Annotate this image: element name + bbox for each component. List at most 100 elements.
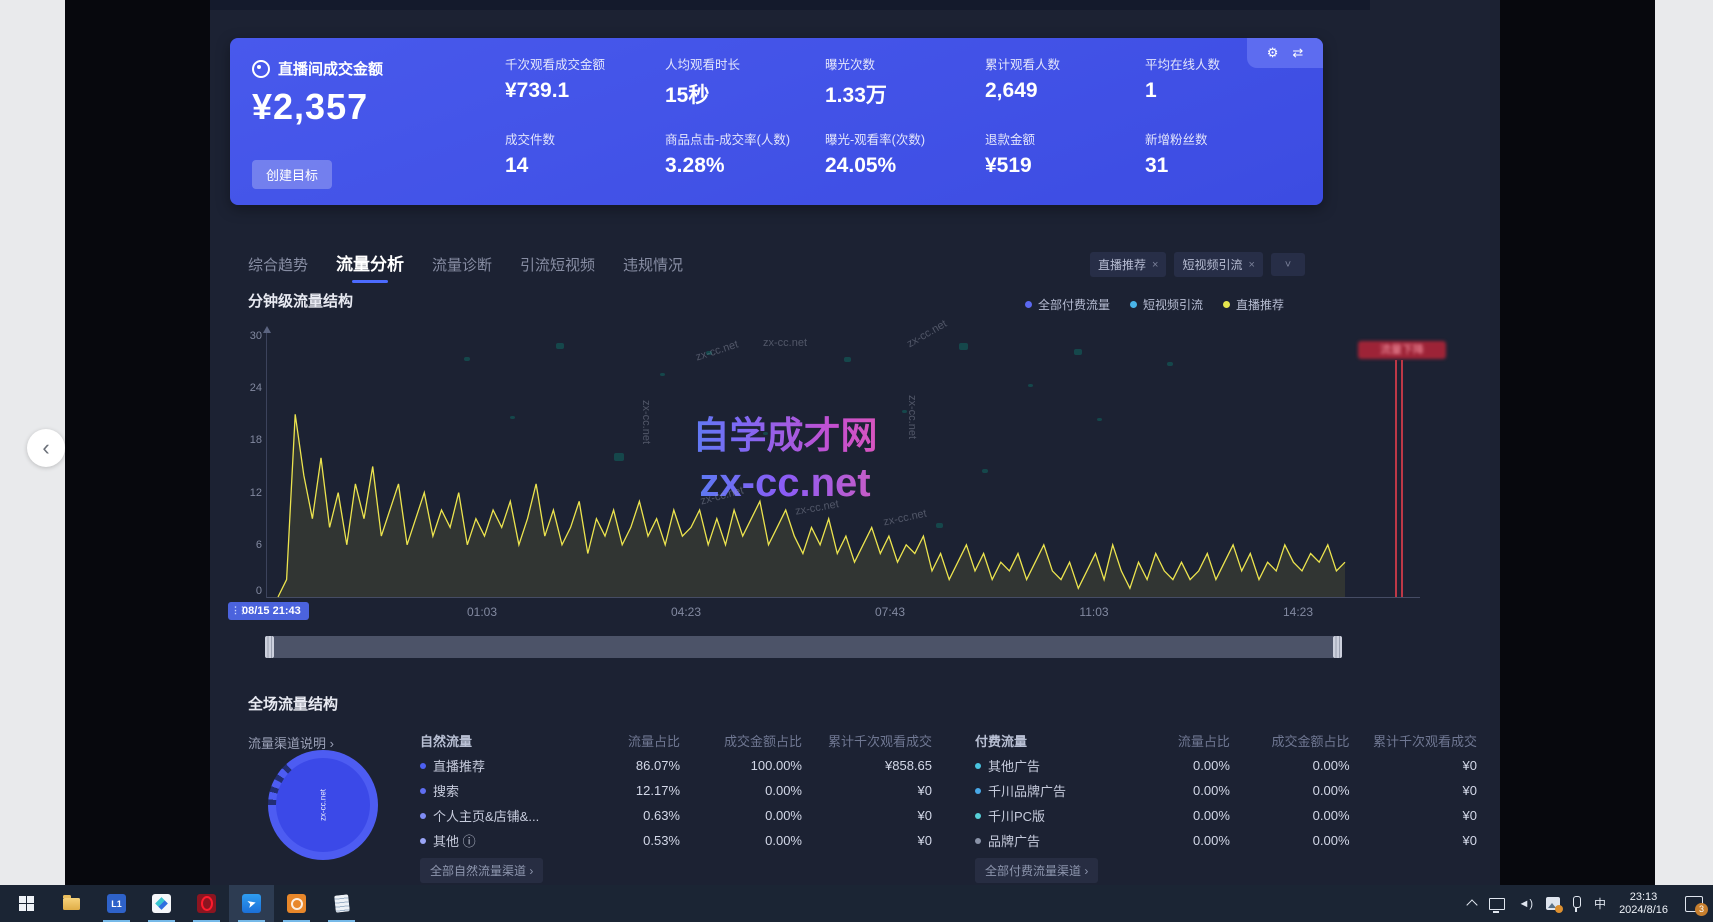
row-dot (975, 788, 981, 794)
natural-traffic-table: 自然流量 流量占比 成交金额占比 累计千次观看成交 直播推荐 86.07% 10… (420, 728, 932, 853)
table-header: 付费流量 流量占比 成交金额占比 累计千次观看成交 (975, 728, 1477, 753)
action-center-icon[interactable]: 3 (1685, 896, 1703, 912)
slider-track-fill (274, 636, 1333, 658)
taskbar-app-active-browser[interactable]: ➤ (229, 885, 274, 922)
table-row[interactable]: 搜索 12.17% 0.00% ¥0 (420, 778, 932, 803)
stream-end-marker-line (1401, 360, 1403, 597)
taskbar-app-meeting[interactable] (139, 885, 184, 922)
folder-icon (63, 898, 80, 910)
row-dot (420, 788, 426, 794)
pinwheel-app-icon (152, 894, 171, 913)
windows-logo-icon (19, 896, 35, 912)
network-icon[interactable] (1489, 898, 1505, 910)
metric-cell: 成交件数14 (505, 129, 665, 194)
taskbar-app-notepad[interactable] (319, 885, 364, 922)
slider-handle-left[interactable] (265, 636, 274, 658)
create-goal-button[interactable]: 创建目标 (252, 160, 332, 189)
y-axis-line (266, 332, 267, 598)
table-row[interactable]: 千川品牌广告 0.00% 0.00% ¥0 (975, 778, 1477, 803)
chart-legend: 全部付费流量 短视频引流 直播推荐 (1025, 296, 1284, 313)
chart-range-slider[interactable] (265, 636, 1342, 658)
minute-section-title: 分钟级流量结构 (248, 290, 353, 311)
table-row[interactable]: 千川PC版 0.00% 0.00% ¥0 (975, 803, 1477, 828)
stream-alert-badge: 流量下降 (1358, 341, 1446, 359)
taskbar-app-l1[interactable]: L1 (94, 885, 139, 922)
metrics-grid: 千次观看成交金额¥739.1 人均观看时长15秒 曝光次数1.33万 累计观看人… (505, 54, 1305, 194)
y-tick: 18 (238, 434, 262, 446)
y-tick: 30 (238, 330, 262, 342)
channel-filter: 直播推荐 × 短视频引流 × ˅ (1090, 252, 1305, 277)
table-header: 自然流量 流量占比 成交金额占比 累计千次观看成交 (420, 728, 932, 753)
filter-tag-live-recommend[interactable]: 直播推荐 × (1090, 252, 1166, 277)
primary-metric-label: 直播间成交金额 (278, 58, 383, 79)
tab-short-video[interactable]: 引流短视频 (520, 254, 595, 283)
filter-tag-short-video[interactable]: 短视频引流 × (1174, 252, 1262, 277)
metric-cell: 商品点击-成交率(人数)3.28% (665, 129, 825, 194)
stream-end-marker-line (1395, 360, 1397, 597)
metric-cell: 退款金额¥519 (985, 129, 1145, 194)
taskbar-file-explorer[interactable] (49, 885, 94, 922)
taskbar-app-opera[interactable] (184, 885, 229, 922)
minute-chart-svg[interactable] (268, 330, 1420, 598)
y-tick: 12 (238, 487, 262, 499)
clock-time: 23:13 (1619, 891, 1668, 904)
start-button[interactable] (4, 885, 49, 922)
table-row[interactable]: 其他广告 0.00% 0.00% ¥0 (975, 753, 1477, 778)
traffic-donut-chart[interactable]: zx-cc.net (268, 750, 378, 860)
window-titlebar-sliver (210, 0, 1370, 10)
table-row[interactable]: 品牌广告 0.00% 0.00% ¥0 (975, 828, 1477, 853)
all-paid-channels-link[interactable]: 全部付费流量渠道 › (975, 858, 1098, 883)
chevron-down-icon: ˅ (1285, 259, 1291, 271)
x-axis-start-badge[interactable]: 08/15 21:43 (228, 602, 309, 620)
x-tick: 14:23 (1283, 605, 1313, 619)
l1-app-icon: L1 (107, 894, 126, 913)
microphone-icon[interactable] (1573, 896, 1581, 911)
windows-taskbar: L1 ➤ ◄) 中 23:13 2024/8/16 3 (0, 885, 1713, 922)
system-tray: ◄) 中 23:13 2024/8/16 3 (1468, 885, 1703, 922)
legend-live-recommend[interactable]: 直播推荐 (1223, 296, 1284, 313)
player-prev-button[interactable]: ‹ (27, 429, 65, 467)
taskbar-clock[interactable]: 23:13 2024/8/16 (1619, 891, 1668, 917)
close-icon[interactable]: × (1248, 259, 1254, 271)
metric-cell: 千次观看成交金额¥739.1 (505, 54, 665, 119)
x-tick: 11:03 (1079, 605, 1108, 619)
clock-date: 2024/8/16 (1619, 904, 1668, 917)
taskbar-app-orange[interactable] (274, 885, 319, 922)
tab-traffic-analysis[interactable]: 流量分析 (336, 250, 404, 283)
table-row[interactable]: 直播推荐 86.07% 100.00% ¥858.65 (420, 753, 932, 778)
notepad-icon (334, 894, 350, 912)
row-dot (975, 813, 981, 819)
tray-chevron-up-icon[interactable] (1468, 898, 1476, 909)
ime-indicator[interactable]: 中 (1594, 895, 1606, 912)
analytics-tabs: 综合趋势 流量分析 流量诊断 引流短视频 违规情况 (248, 250, 683, 283)
row-dot (420, 763, 426, 769)
legend-short-video[interactable]: 短视频引流 (1130, 296, 1203, 313)
card-corner-controls: ⚙ ⇄ (1247, 38, 1323, 68)
legend-paid-traffic[interactable]: 全部付费流量 (1025, 296, 1110, 313)
all-natural-channels-link[interactable]: 全部自然流量渠道 › (420, 858, 543, 883)
legend-dot (1130, 301, 1137, 308)
speaker-icon[interactable]: ◄) (1518, 898, 1533, 910)
tab-violations[interactable]: 违规情况 (623, 254, 683, 283)
metric-cell: 曝光次数1.33万 (825, 54, 985, 119)
screenshot-tool-icon[interactable] (1546, 897, 1560, 910)
table-row[interactable]: 其他 ⓘ 0.53% 0.00% ¥0 (420, 828, 932, 853)
opera-icon (197, 894, 216, 913)
row-dot (420, 838, 426, 844)
close-icon[interactable]: × (1152, 259, 1158, 271)
chevron-left-icon: ‹ (42, 435, 49, 461)
cursor-app-icon: ➤ (242, 894, 261, 913)
swap-icon[interactable]: ⇄ (1292, 45, 1303, 61)
filter-dropdown[interactable]: ˅ (1271, 253, 1305, 276)
table-row[interactable]: 个人主页&店铺&... 0.63% 0.00% ¥0 (420, 803, 932, 828)
legend-dot (1223, 301, 1230, 308)
primary-metric-header: 直播间成交金额 (252, 58, 383, 79)
metric-cell: 累计观看人数2,649 (985, 54, 1145, 119)
slider-handle-right[interactable] (1333, 636, 1342, 658)
gear-icon[interactable]: ⚙ (1267, 45, 1279, 61)
tab-traffic-diagnosis[interactable]: 流量诊断 (432, 254, 492, 283)
x-tick: 04:23 (671, 605, 701, 619)
tab-overall-trend[interactable]: 综合趋势 (248, 254, 308, 283)
paid-traffic-table: 付费流量 流量占比 成交金额占比 累计千次观看成交 其他广告 0.00% 0.0… (975, 728, 1477, 853)
metric-cell: 人均观看时长15秒 (665, 54, 825, 119)
